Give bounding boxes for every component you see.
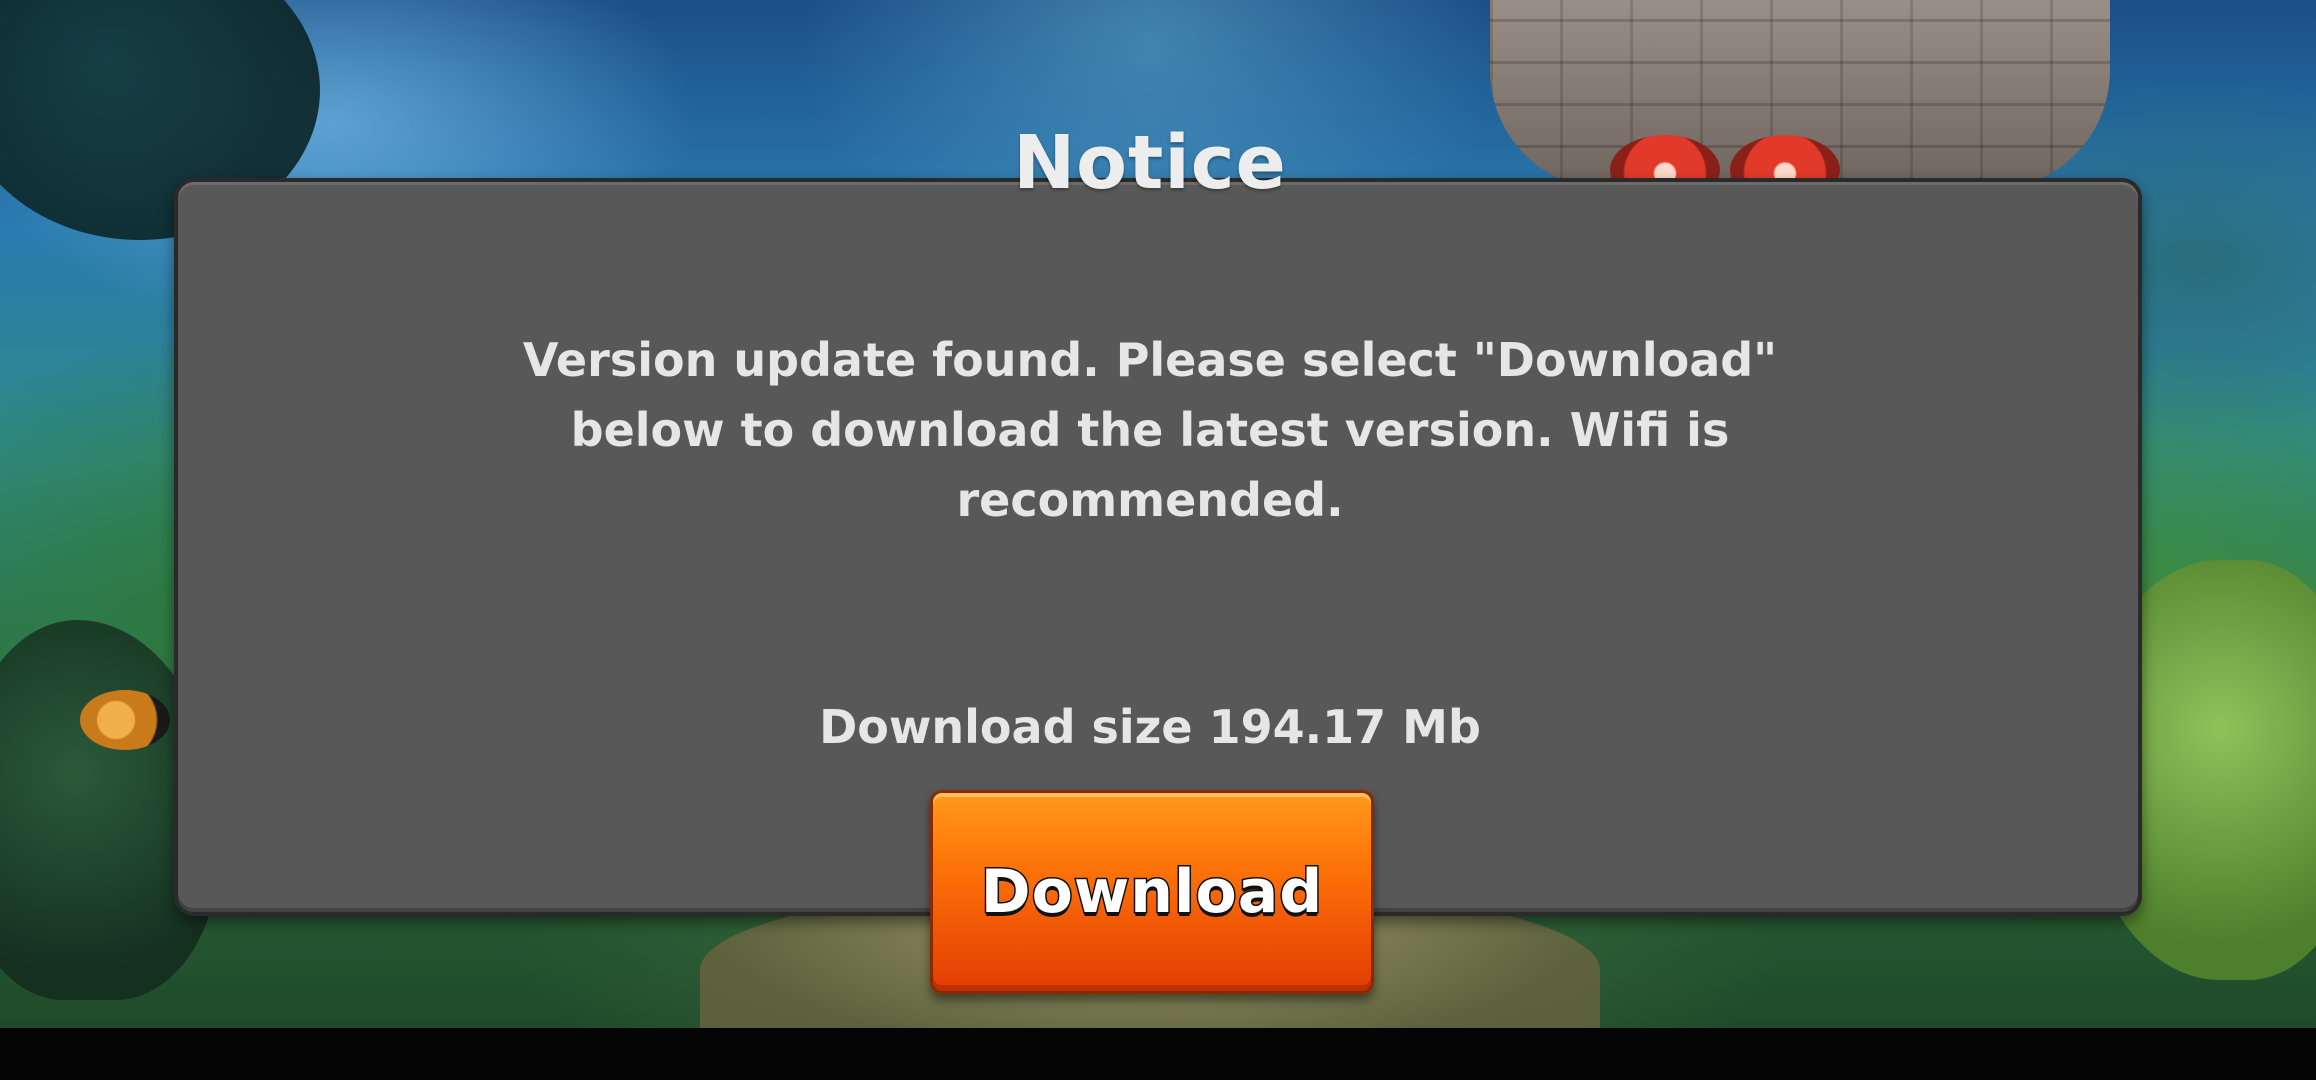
download-button-label: Download	[979, 856, 1324, 929]
download-button[interactable]: Download	[930, 790, 1374, 994]
game-screen: Notice Version update found. Please sele…	[0, 0, 2316, 1080]
dialog-title: Notice	[1013, 120, 1287, 206]
creature-eye-left	[80, 690, 170, 750]
download-size-text: Download size 194.17 Mb	[819, 700, 1481, 754]
bottom-black-bar	[0, 1028, 2316, 1080]
update-message: Version update found. Please select "Dow…	[522, 333, 1778, 527]
